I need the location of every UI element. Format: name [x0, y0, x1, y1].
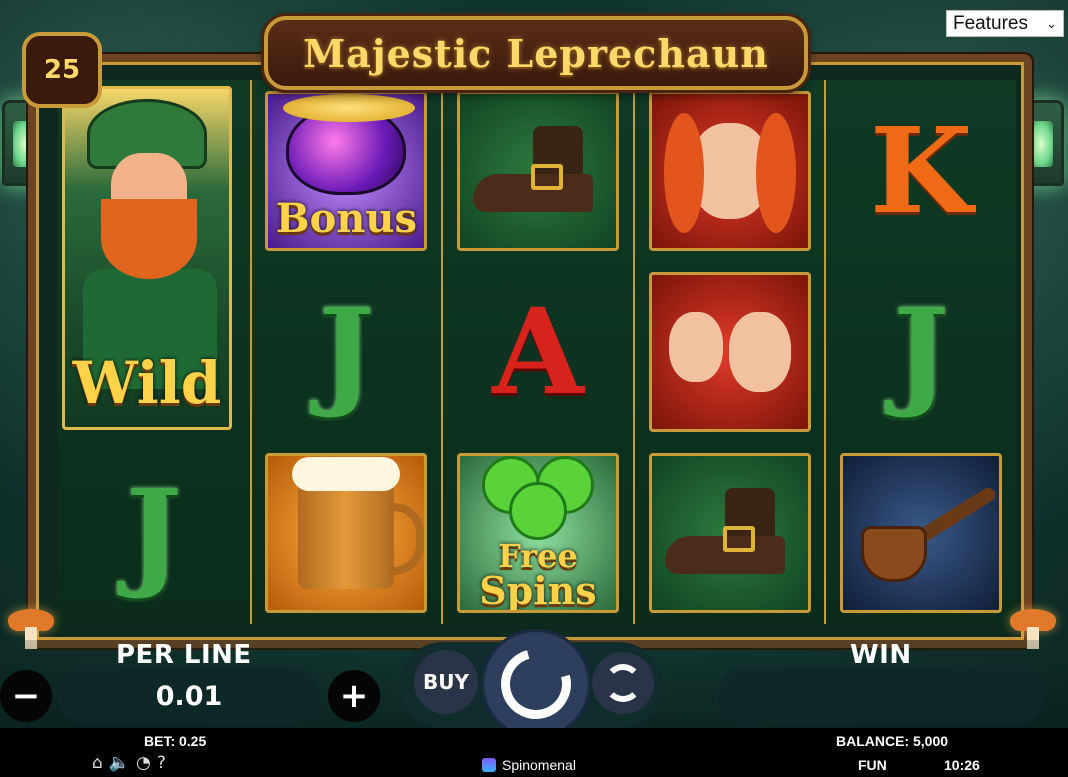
game-title-plaque: Majestic Leprechaun: [264, 16, 808, 90]
reel-5-bottom: [826, 443, 1016, 624]
symbol-boot: [648, 453, 811, 614]
symbol-j: J: [125, 463, 182, 603]
per-line-field: 0.01: [58, 668, 320, 724]
spin-button[interactable]: [484, 632, 588, 736]
reels-grid: J Wild Bonus J A Free Spins K J: [58, 80, 1016, 624]
help-icon[interactable]: ?: [157, 754, 166, 772]
elf-girl-icon: [663, 112, 796, 233]
spin-icon: [488, 636, 584, 732]
increase-bet-button[interactable]: +: [328, 670, 380, 722]
reel-4-bottom: [635, 443, 825, 624]
provider-name: Spinomenal: [502, 757, 576, 773]
spinomenal-logo-icon: [482, 758, 496, 772]
symbol-j: J: [318, 281, 375, 421]
reel-4-middle: [635, 261, 825, 442]
per-line-value: 0.01: [155, 680, 223, 712]
speed-icon[interactable]: ◔: [136, 754, 151, 772]
buy-feature-button[interactable]: BUY: [414, 650, 478, 714]
play-mode: FUN: [858, 757, 887, 773]
free-spins-label-2: Spins: [479, 568, 597, 614]
reel-3-bottom: Free Spins: [443, 443, 633, 624]
sound-icon[interactable]: 🔈: [109, 754, 130, 772]
reel-3-top: [443, 80, 633, 261]
symbol-free-spins-clover: Free Spins: [456, 453, 619, 614]
reel-3: A Free Spins: [441, 80, 633, 624]
reel-4-top: [635, 80, 825, 261]
per-line-label: PER LINE: [116, 640, 252, 670]
balance: BALANCE: 5,000: [836, 733, 949, 749]
reel-3-middle: A: [443, 261, 633, 442]
symbol-bonus-pot: Bonus: [265, 90, 428, 251]
reel-5: K J: [824, 80, 1016, 624]
reel-5-top: K: [826, 80, 1016, 261]
decrease-bet-button[interactable]: −: [0, 670, 52, 722]
lines-count: 25: [43, 55, 81, 85]
reel-2-middle: J: [252, 261, 442, 442]
lines-badge: 25: [22, 32, 102, 108]
symbol-j: J: [893, 281, 950, 421]
elf-girl-icon: [668, 311, 723, 382]
elf-girl-icon: [728, 311, 791, 392]
system-icons: ⌂ 🔈 ◔ ?: [92, 754, 166, 772]
symbol-boot: [456, 90, 619, 251]
boot-icon: [472, 125, 603, 216]
symbol-elf-twins: [648, 271, 811, 432]
home-icon[interactable]: ⌂: [92, 754, 103, 772]
provider-brand: Spinomenal: [482, 757, 576, 773]
pot-of-gold-icon: [283, 94, 416, 196]
reel-5-middle: J: [826, 261, 1016, 442]
symbol-elf-girl: [648, 90, 811, 251]
reel-1: J Wild: [58, 80, 250, 624]
features-dropdown[interactable]: Features ⌄: [946, 10, 1064, 37]
boot-icon: [664, 488, 795, 578]
clock: 10:26: [944, 757, 980, 773]
reel-4: [632, 80, 825, 624]
symbol-pipe: [840, 453, 1003, 614]
symbol-beer-mug: [265, 453, 428, 614]
reel-2-top: Bonus: [252, 80, 442, 261]
wild-label: Wild: [72, 349, 222, 417]
reel-2: Bonus J: [249, 80, 442, 624]
total-bet: BET: 0.25: [144, 733, 207, 749]
clover-icon: [478, 456, 598, 541]
autoplay-icon: [604, 664, 642, 702]
beer-mug-icon: [292, 457, 425, 590]
symbol-a: A: [492, 281, 584, 421]
reel-1-bottom: J: [58, 443, 250, 624]
game-title: Majestic Leprechaun: [303, 30, 769, 76]
leprechaun-beard: [101, 199, 197, 279]
features-dropdown-value: Features: [953, 12, 1028, 34]
win-field: [718, 668, 1044, 724]
autoplay-button[interactable]: [592, 652, 654, 714]
pipe-icon: [851, 478, 999, 588]
reel-2-bottom: [252, 443, 442, 624]
symbol-wild-leprechaun: Wild: [62, 86, 232, 430]
bonus-label: Bonus: [275, 195, 417, 243]
win-label: WIN: [850, 640, 912, 670]
chevron-down-icon: ⌄: [1046, 15, 1057, 31]
symbol-k: K: [869, 100, 973, 240]
